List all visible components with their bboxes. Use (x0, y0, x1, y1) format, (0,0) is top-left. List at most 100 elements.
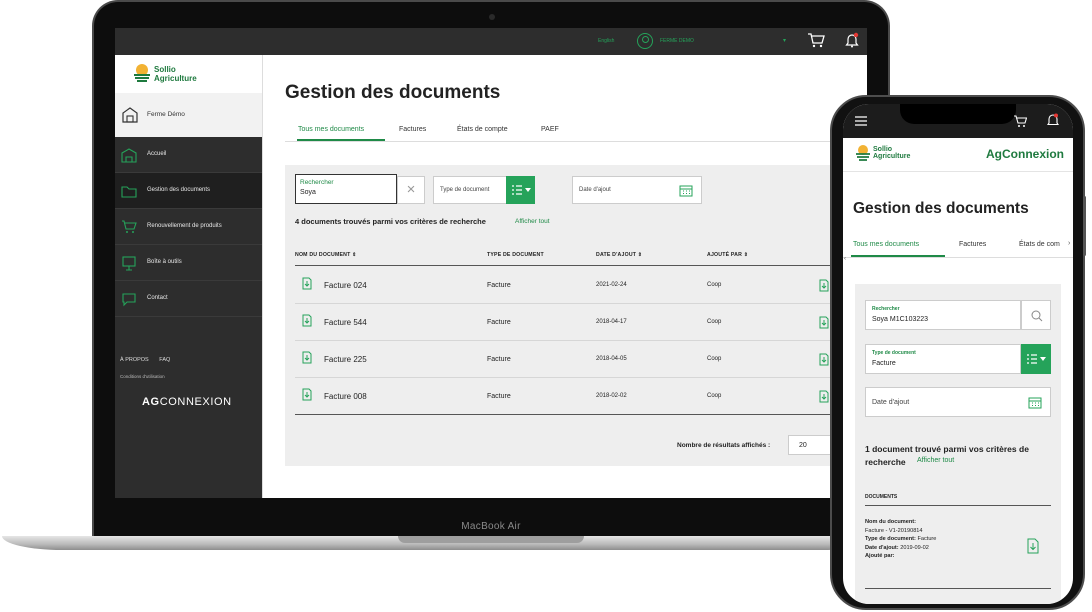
table-row[interactable]: Facture 544 Facture 2018-04-17 Coop (295, 304, 867, 341)
phone-screen: Sollio Agriculture AgConnexion Gestion d… (843, 104, 1073, 604)
bell-icon[interactable] (845, 32, 859, 48)
date-input[interactable]: Date d'ajout (572, 176, 702, 204)
doc-name-label: Nom du document: (865, 519, 916, 525)
sort-icon[interactable]: ⇕ (352, 252, 357, 258)
table-row[interactable]: Facture 008 Facture 2018-02-02 Coop (295, 378, 867, 415)
column-header-added-by[interactable]: AJOUTÉ PAR ⇕ (707, 252, 748, 258)
brand-name: Sollio Agriculture (154, 65, 197, 83)
cart-icon[interactable] (1013, 114, 1027, 128)
column-header-label: AJOUTÉ PAR (707, 252, 743, 258)
column-header-label: DATE D'AJOUT (596, 252, 637, 258)
conditions-link[interactable]: Conditions d'utilisation (120, 374, 165, 379)
document-date: 2018-04-17 (596, 319, 627, 325)
phone-app-header: Sollio Agriculture AgConnexion (843, 138, 1073, 172)
cart-icon (122, 220, 137, 233)
page-title: Gestion des documents (285, 82, 501, 103)
brand-name: Sollio Agriculture (873, 146, 910, 160)
bell-icon[interactable] (1047, 113, 1059, 127)
search-input[interactable]: Rechercher Soya M1C103223 (865, 300, 1021, 330)
document-type-select[interactable]: Type de document Facture (865, 344, 1021, 374)
table-row[interactable]: Facture 024 Facture 2021-02-24 Coop (295, 267, 867, 304)
download-icon[interactable] (819, 390, 829, 403)
document-type-select[interactable]: Type de document (433, 176, 535, 204)
sidebar-item-documents[interactable]: Gestion des documents (115, 173, 262, 209)
sidebar: Sollio Agriculture Ferme Démo Accueil Ge… (115, 55, 262, 498)
app-name: AgConnexion (986, 147, 1064, 161)
tab-all-documents[interactable]: Tous mes documents (853, 241, 919, 248)
cart-icon[interactable] (807, 32, 825, 48)
show-all-link[interactable]: Afficher tout (917, 457, 954, 464)
farm-selector-row[interactable]: Ferme Démo (115, 93, 262, 137)
document-type: Facture (487, 393, 511, 400)
download-icon[interactable] (819, 353, 829, 366)
column-header-date[interactable]: DATE D'AJOUT ⇕ (596, 252, 642, 258)
sidebar-item-label: Renouvellement de produits (147, 223, 222, 229)
document-type: Facture (487, 356, 511, 363)
folder-icon (121, 186, 137, 198)
tab-all-documents[interactable]: Tous mes documents (298, 126, 364, 133)
sidebar-item-contact[interactable]: Contact (115, 281, 262, 317)
document-type-placeholder: Type de document (440, 187, 490, 193)
date-input[interactable]: Date d'ajout (865, 387, 1051, 417)
doc-date-value: 2019-09-02 (900, 544, 929, 551)
sort-icon[interactable]: ⇕ (638, 252, 643, 258)
documents-divider (865, 505, 1051, 506)
sidebar-item-label: Gestion des documents (147, 187, 211, 193)
search-input[interactable]: Rechercher Soya (295, 174, 397, 204)
close-icon[interactable]: × (397, 176, 425, 204)
sidebar-item-accueil[interactable]: Accueil (115, 137, 262, 173)
chevron-left-icon[interactable]: ‹ (844, 256, 846, 262)
download-icon[interactable] (819, 316, 829, 329)
doc-added-by-label: Ajouté par: (865, 553, 895, 559)
page-title: Gestion des documents (853, 200, 1029, 217)
hamburger-menu-icon[interactable] (855, 116, 867, 126)
document-download-icon (302, 351, 312, 364)
sollio-logo-icon (134, 64, 150, 82)
tab-factures[interactable]: Factures (959, 241, 986, 248)
tab-factures[interactable]: Factures (399, 126, 426, 133)
document-date: 2018-04-05 (596, 356, 627, 362)
chevron-right-icon[interactable]: › (1068, 240, 1070, 247)
column-header-name[interactable]: NOM DU DOCUMENT ⇕ (295, 252, 357, 258)
list-filter-button[interactable] (1021, 344, 1051, 374)
sidebar-item-label: Accueil (147, 151, 167, 157)
about-link[interactable]: À PROPOS (120, 357, 149, 363)
show-all-link[interactable]: Afficher tout (515, 218, 550, 225)
tab-bar: Tous mes documents Factures États de com… (285, 123, 867, 142)
list-filter-button[interactable] (506, 176, 535, 204)
active-tab-indicator (297, 139, 385, 141)
tab-paef[interactable]: PAEF (541, 126, 559, 133)
search-panel: Rechercher Soya M1C103223 Type de docume… (855, 284, 1061, 604)
calendar-icon[interactable] (1028, 396, 1042, 409)
laptop-screen: English FERME DEMO ▾ Sollio Agriculture (115, 28, 867, 498)
results-count: 4 documents trouvés parmi vos critères d… (295, 217, 486, 226)
search-button[interactable] (1021, 300, 1051, 330)
calendar-icon[interactable] (679, 184, 693, 197)
user-icon[interactable] (637, 33, 653, 49)
table-row[interactable]: Facture 225 Facture 2018-04-05 Coop (295, 341, 867, 378)
tab-etats-de-compte[interactable]: États de compte (457, 126, 508, 133)
tab-etats-de-compte[interactable]: États de com (1019, 241, 1060, 248)
sidebar-item-renouvellement[interactable]: Renouvellement de produits (115, 209, 262, 245)
sort-icon[interactable]: ⇕ (744, 252, 749, 258)
download-icon[interactable] (1027, 538, 1039, 554)
toolbox-icon (122, 256, 136, 271)
results-per-page-value: 20 (799, 442, 807, 449)
download-icon[interactable] (819, 279, 829, 292)
document-type-label: Type de document (872, 350, 916, 356)
farm-selector[interactable]: FERME DEMO (660, 38, 694, 44)
faq-link[interactable]: FAQ (159, 357, 170, 363)
language-link[interactable]: English (598, 38, 614, 44)
document-card[interactable]: Nom du document: Facture - V1-20190814 T… (865, 518, 1051, 561)
tab-bar: Tous mes documents Factures États de com (843, 236, 1073, 258)
column-header-label: NOM DU DOCUMENT (295, 252, 351, 258)
brand-line1: Sollio (873, 146, 893, 153)
sidebar-item-outils[interactable]: Boîte à outils (115, 245, 262, 281)
chevron-down-icon[interactable]: ▾ (783, 37, 786, 44)
document-download-icon (302, 314, 312, 327)
results-per-page-label: Nombre de résultats affichés : (677, 442, 771, 449)
document-name: Facture 008 (324, 392, 367, 401)
active-tab-indicator (851, 255, 945, 257)
table-bottom-line (295, 414, 867, 415)
date-placeholder: Date d'ajout (872, 399, 910, 406)
